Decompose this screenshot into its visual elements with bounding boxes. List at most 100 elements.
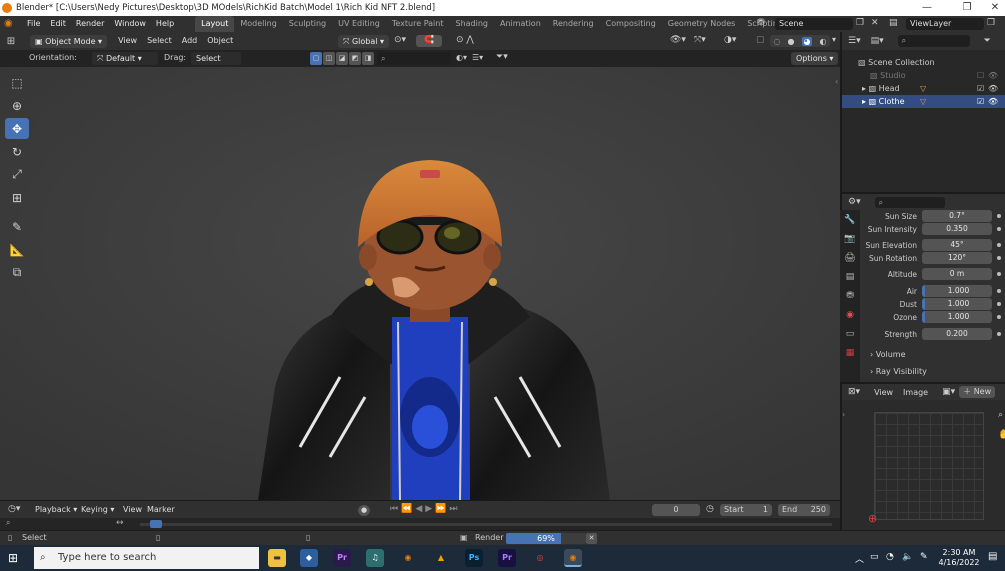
orientation-selector[interactable]: ⤧ Default ▾: [92, 52, 158, 65]
image-menu-view[interactable]: View: [874, 388, 893, 397]
scale-tool-icon[interactable]: ⤢: [5, 164, 29, 185]
tab-layout[interactable]: Layout: [195, 16, 235, 32]
outliner-item-head[interactable]: ▸ ▧ Head ▽ ☑ 👁: [842, 82, 1005, 95]
keyframe-dot-icon[interactable]: [997, 289, 1001, 293]
gizmo-icon[interactable]: ⤧▾: [694, 35, 706, 45]
jump-start-icon[interactable]: ⏮: [390, 504, 401, 514]
tab-sculpting[interactable]: Sculpting: [283, 16, 332, 32]
current-frame-field[interactable]: 0: [652, 504, 700, 516]
add-cube-tool-icon[interactable]: ⧉: [5, 262, 29, 283]
blender-active-taskbar-icon[interactable]: ◉: [564, 549, 582, 567]
sun-intensity-field[interactable]: 0.350: [922, 223, 992, 235]
shading-options-icon[interactable]: ▾: [832, 35, 836, 44]
pen-icon[interactable]: ✎: [920, 552, 928, 562]
timeline-menu-marker[interactable]: Marker: [142, 501, 180, 519]
proportional-edit-icon[interactable]: ⊙ ⋀: [456, 35, 474, 45]
tab-animation[interactable]: Animation: [494, 16, 547, 32]
notification-icon[interactable]: ▤: [988, 551, 997, 562]
minimize-button[interactable]: —: [912, 0, 942, 16]
air-slider[interactable]: 1.000: [922, 285, 992, 297]
photoshop-icon[interactable]: Ps: [465, 549, 483, 567]
menu-edit[interactable]: Edit: [45, 16, 71, 32]
checkbox-icon[interactable]: ☐: [977, 69, 984, 82]
viewlayer-selector[interactable]: ViewLayer: [906, 18, 984, 30]
play-icon[interactable]: ▶: [425, 504, 435, 514]
timeline-menu-keying[interactable]: Keying ▾: [76, 501, 119, 519]
cursor-tool-icon[interactable]: ⊕: [5, 95, 29, 116]
eye-icon[interactable]: 👁: [988, 69, 998, 82]
3d-viewport[interactable]: ‹: [0, 67, 840, 500]
delete-scene-icon[interactable]: ✕: [871, 18, 881, 30]
select-new-icon[interactable]: ▢: [310, 52, 322, 65]
collection-tab-icon[interactable]: ▭: [840, 324, 860, 343]
menu-help[interactable]: Help: [151, 16, 179, 32]
volume-icon[interactable]: 🔈: [902, 552, 913, 562]
play-reverse-icon[interactable]: ◀: [415, 504, 425, 514]
image-menu-image[interactable]: Image: [903, 388, 928, 397]
timeline-swap-icon[interactable]: ↔: [116, 518, 124, 528]
close-button[interactable]: ✕: [980, 0, 1005, 16]
chrome-icon[interactable]: ◎: [531, 549, 549, 567]
playhead[interactable]: [150, 520, 162, 528]
tab-shading[interactable]: Shading: [449, 16, 494, 32]
eye-icon[interactable]: 👁: [988, 95, 998, 108]
timeline-menu-playback[interactable]: Playback ▾: [30, 501, 82, 519]
menu-file[interactable]: File: [22, 16, 45, 32]
keyframe-dot-icon[interactable]: [997, 302, 1001, 306]
start-frame-field[interactable]: Start 1: [720, 504, 772, 516]
prev-key-icon[interactable]: ⏪: [401, 504, 415, 514]
altitude-field[interactable]: 0 m: [922, 268, 992, 280]
editor-type-icon[interactable]: ⊞: [0, 36, 22, 47]
filter-icon[interactable]: ⏷▾: [496, 52, 508, 62]
output-tab-icon[interactable]: 🖨: [840, 248, 860, 267]
move-tool-icon[interactable]: ✥: [5, 118, 29, 139]
wireframe-shading-icon[interactable]: ◌: [774, 37, 781, 46]
menu-render[interactable]: Render: [71, 16, 109, 32]
rendered-shading-icon[interactable]: ◐: [820, 37, 827, 46]
pivot-icon[interactable]: ⊙▾: [394, 35, 406, 45]
outliner-editor-icon[interactable]: ☰▾: [848, 36, 861, 46]
end-frame-field[interactable]: End 250: [778, 504, 830, 516]
tab-modeling[interactable]: Modeling: [234, 16, 282, 32]
transform-tool-icon[interactable]: ⊞: [5, 187, 29, 208]
battery-icon[interactable]: ▭: [870, 552, 879, 562]
mode-selector[interactable]: ▣ Object Mode ▾: [30, 34, 108, 48]
keyframe-dot-icon[interactable]: [997, 315, 1001, 319]
select-invert-icon[interactable]: ◩: [349, 52, 361, 65]
render-tab-icon[interactable]: 📷: [840, 229, 860, 248]
sun-elevation-field[interactable]: 45°: [922, 239, 992, 251]
options-dropdown[interactable]: Options ▾: [791, 52, 839, 65]
menu-window[interactable]: Window: [109, 16, 151, 32]
blender-menu-icon[interactable]: ◉: [4, 18, 18, 30]
taskbar-search-box[interactable]: ⌕ Type here to search: [34, 547, 259, 569]
keyframe-dot-icon[interactable]: [997, 256, 1001, 260]
dust-slider[interactable]: 1.000: [922, 298, 992, 310]
world-tab-icon[interactable]: ◉: [840, 305, 860, 324]
annotate-tool-icon[interactable]: ✎: [5, 216, 29, 237]
new-viewlayer-icon[interactable]: ❐: [987, 18, 999, 30]
keyframe-dot-icon[interactable]: [997, 332, 1001, 336]
keyframe-dot-icon[interactable]: [997, 272, 1001, 276]
checkbox-checked-icon[interactable]: ☑: [977, 82, 984, 95]
eye-icon[interactable]: 👁: [988, 82, 998, 95]
vlc-icon[interactable]: ▲: [432, 549, 450, 567]
checkbox-checked-icon[interactable]: ☑: [977, 95, 984, 108]
uv-grid[interactable]: [874, 412, 984, 520]
outliner-search-field[interactable]: ⌕: [897, 35, 970, 47]
outliner-item-clothe[interactable]: ▸ ▧ Clothe ▽ ☑ 👁: [842, 95, 1005, 108]
texture-tab-icon[interactable]: ▦: [840, 343, 860, 362]
view-layer-tab-icon[interactable]: ▤: [840, 267, 860, 286]
keyframe-dot-icon[interactable]: [997, 243, 1001, 247]
search-field[interactable]: ⌕: [377, 52, 451, 65]
cancel-render-button[interactable]: ✕: [586, 533, 597, 544]
solid-shading-icon[interactable]: ●: [788, 37, 795, 46]
scene-tab-icon[interactable]: ⛃: [840, 286, 860, 305]
tab-rendering[interactable]: Rendering: [547, 16, 600, 32]
clock-icon[interactable]: ◷: [706, 504, 714, 514]
sidebar-toggle-icon[interactable]: ‹: [835, 77, 838, 86]
strength-field[interactable]: 0.200: [922, 328, 992, 340]
ozone-slider[interactable]: 1.000: [922, 311, 992, 323]
select-intersect-icon[interactable]: ◨: [362, 52, 374, 65]
sun-rotation-field[interactable]: 120°: [922, 252, 992, 264]
scene-selector[interactable]: Scene: [775, 18, 853, 30]
